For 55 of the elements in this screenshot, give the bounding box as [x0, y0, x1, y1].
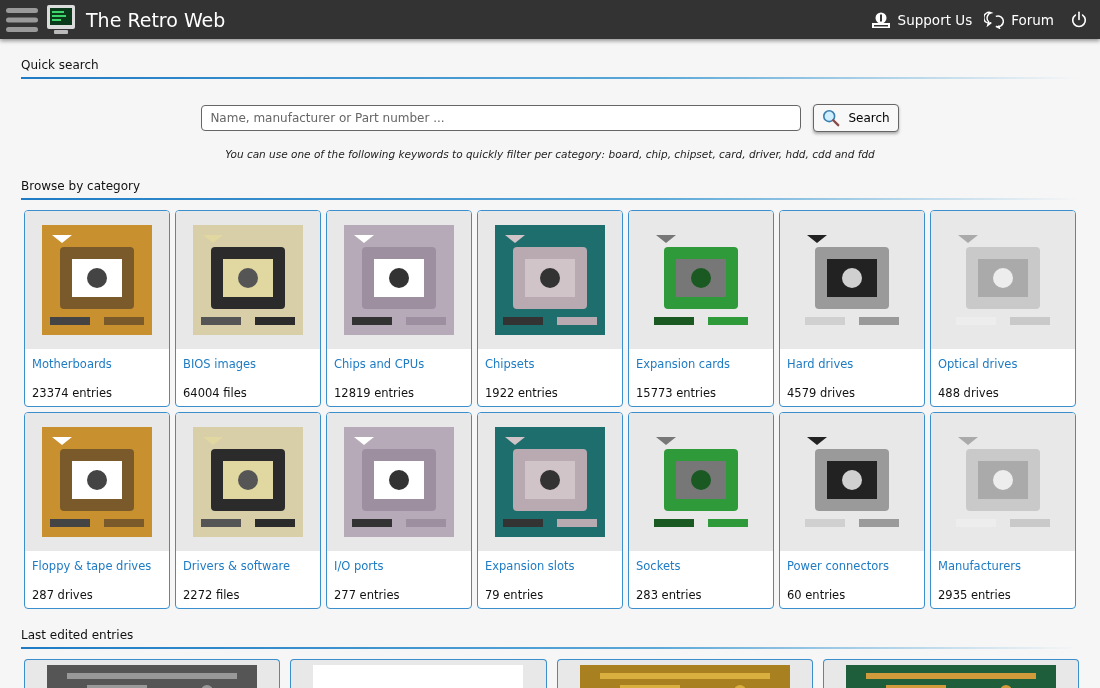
- category-card[interactable]: Chips and CPUs 12819 entries: [326, 210, 472, 407]
- category-card[interactable]: I/O ports 277 entries: [326, 412, 472, 609]
- category-link[interactable]: Hard drives: [787, 357, 924, 371]
- category-link[interactable]: Motherboards: [32, 357, 169, 371]
- category-card[interactable]: Expansion cards 15773 entries: [628, 210, 774, 407]
- entry-count: 23374 entries: [32, 386, 114, 400]
- category-link[interactable]: Expansion slots: [485, 559, 622, 573]
- computer-logo-icon[interactable]: [46, 3, 76, 36]
- category-card[interactable]: Sockets 283 entries: [628, 412, 774, 609]
- category-card[interactable]: Drivers & software 2272 files: [175, 412, 321, 609]
- category-link[interactable]: Expansion cards: [636, 357, 773, 371]
- entry-count: 64004 files: [183, 386, 248, 400]
- entry-count: 12819 entries: [334, 386, 416, 400]
- section-heading: Browse by category: [21, 179, 142, 193]
- entry-count: 1922 entries: [485, 386, 559, 400]
- menu-icon[interactable]: [6, 6, 38, 33]
- entry-count: 60 entries: [787, 588, 847, 602]
- entry-count: 283 entries: [636, 588, 703, 602]
- magnifier-icon: [822, 109, 841, 127]
- entry-count: 488 drives: [938, 386, 1000, 400]
- entry-count: 15773 entries: [636, 386, 718, 400]
- entry-count: 2272 files: [183, 588, 241, 602]
- category-link[interactable]: Optical drives: [938, 357, 1075, 371]
- category-link[interactable]: Sockets: [636, 559, 773, 573]
- category-link[interactable]: BIOS images: [183, 357, 320, 371]
- category-card[interactable]: Power connectors 60 entries: [779, 412, 925, 609]
- category-card[interactable]: Hard drives 4579 drives: [779, 210, 925, 407]
- category-card[interactable]: Manufacturers 2935 entries: [930, 412, 1076, 609]
- category-card[interactable]: BIOS images 64004 files: [175, 210, 321, 407]
- entry-count: 277 entries: [334, 588, 401, 602]
- category-card[interactable]: Chipsets 1922 entries: [477, 210, 623, 407]
- hint-text: You can use one of the following keywords to quickly filter per category: board, chip, chipset, card, driver, hdd, cdd and fdd: [224, 148, 876, 160]
- category-card[interactable]: Optical drives 488 drives: [930, 210, 1076, 407]
- header-link[interactable]: Support Us: [870, 10, 973, 29]
- category-link[interactable]: Drivers & software: [183, 559, 320, 573]
- category-link[interactable]: Floppy & tape drives: [32, 559, 169, 573]
- site-title[interactable]: The Retro Web: [86, 8, 226, 31]
- category-link[interactable]: Power connectors: [787, 559, 924, 573]
- category-link[interactable]: Chips and CPUs: [334, 357, 471, 371]
- search-button[interactable]: Search: [813, 104, 899, 132]
- entry-count: 287 drives: [32, 588, 94, 602]
- section-heading: Quick search: [21, 58, 100, 72]
- category-card[interactable]: Floppy & tape drives 287 drives: [24, 412, 170, 609]
- power-icon[interactable]: [1070, 10, 1088, 29]
- entry-count: 4579 drives: [787, 386, 857, 400]
- category-link[interactable]: Manufacturers: [938, 559, 1075, 573]
- entry-count: 2935 entries: [938, 588, 1012, 602]
- category-card[interactable]: Expansion slots 79 entries: [477, 412, 623, 609]
- entry-count: 79 entries: [485, 588, 545, 602]
- category-link[interactable]: I/O ports: [334, 559, 471, 573]
- header-link[interactable]: Forum: [984, 10, 1054, 29]
- search-field[interactable]: Name, manufacturer or Part number ...: [201, 105, 802, 131]
- category-link[interactable]: Chipsets: [485, 357, 622, 371]
- category-card[interactable]: Motherboards 23374 entries: [24, 210, 170, 407]
- section-heading: Last edited entries: [21, 628, 135, 642]
